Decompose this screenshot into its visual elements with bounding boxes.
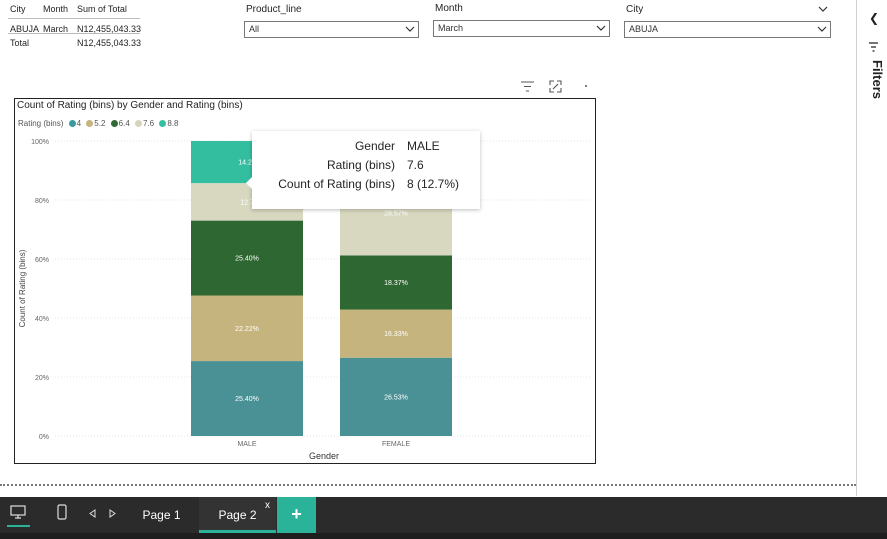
- tooltip-key: Rating (bins): [326, 158, 395, 172]
- col-header-month[interactable]: Month: [43, 4, 68, 14]
- x-tick-label: MALE: [237, 441, 256, 448]
- tooltip-value: 8 (12.7%): [407, 177, 460, 191]
- y-tick-label: 20%: [35, 375, 49, 382]
- data-label: 16.33%: [384, 331, 408, 338]
- tooltip-key: Gender: [354, 139, 395, 153]
- tooltip-key: Count of Rating (bins): [278, 177, 395, 191]
- active-view-indicator: [7, 525, 30, 527]
- x-axis-title: Gender: [309, 451, 339, 461]
- total-value: N12,455,043.33: [77, 38, 142, 48]
- col-header-city[interactable]: City: [10, 4, 26, 14]
- y-tick-label: 60%: [35, 257, 49, 264]
- tab-page-1[interactable]: Page 1: [128, 497, 195, 533]
- slicer-product-line-value: All: [249, 24, 260, 34]
- tooltip-value: 7.6: [407, 158, 424, 172]
- data-label: 22.22%: [235, 326, 259, 333]
- filter-lines-icon[interactable]: [521, 81, 534, 92]
- y-tick-label: 0%: [39, 434, 49, 441]
- data-label: 18.37%: [384, 280, 408, 287]
- slicer-month-dropdown[interactable]: March: [433, 20, 610, 37]
- report-canvas: City Month Sum of Total ABUJA March N12,…: [0, 0, 887, 539]
- total-label: Total: [10, 38, 30, 48]
- chevron-down-icon: [596, 25, 606, 31]
- next-page-icon[interactable]: [109, 509, 116, 518]
- slicer-month-value: March: [438, 23, 464, 33]
- desktop-view-icon[interactable]: [10, 505, 26, 519]
- chevron-down-icon: [405, 26, 415, 32]
- col-header-sum[interactable]: Sum of Total: [77, 4, 127, 14]
- y-axis-title: Count of Rating (bins): [18, 249, 27, 327]
- chart-tooltip: Gender MALE Rating (bins) 7.6 Count of Rat…: [246, 131, 480, 209]
- filters-pane: ❮ Filters: [856, 0, 887, 496]
- filters-pane-title[interactable]: Filters: [861, 60, 885, 99]
- y-tick-label: 40%: [35, 316, 49, 323]
- data-label: 25.40%: [235, 256, 259, 263]
- slicer-product-line-label: Product_line: [246, 4, 302, 15]
- collapse-pane-icon[interactable]: ❮: [869, 11, 879, 25]
- y-tick-label: 100%: [31, 139, 49, 146]
- table-header-divider: [8, 18, 140, 19]
- status-strip: [0, 533, 887, 539]
- filter-icon: [869, 42, 878, 52]
- data-label: 28.57%: [384, 211, 408, 218]
- more-options-icon[interactable]: [583, 84, 589, 88]
- y-tick-label: 80%: [35, 198, 49, 205]
- slicer-city-dropdown[interactable]: ABUJA: [624, 21, 831, 38]
- slicer-city-value: ABUJA: [629, 24, 659, 34]
- visual-header: [519, 80, 594, 94]
- chevron-down-icon: [817, 26, 827, 32]
- slicer-product-line-dropdown[interactable]: All: [244, 21, 419, 38]
- add-page-button[interactable]: +: [277, 497, 316, 533]
- tooltip-value: MALE: [407, 139, 440, 153]
- previous-page-icon[interactable]: [89, 509, 96, 518]
- data-label: 26.53%: [384, 394, 408, 401]
- data-label: 25.40%: [235, 396, 259, 403]
- focus-mode-icon[interactable]: [549, 80, 562, 93]
- slicer-city-label: City: [626, 4, 644, 15]
- close-tab-icon[interactable]: x: [265, 500, 270, 511]
- canvas-boundary: [0, 484, 856, 486]
- chevron-down-icon[interactable]: [818, 4, 828, 14]
- mobile-view-icon[interactable]: [57, 504, 67, 520]
- x-tick-label: FEMALE: [382, 441, 410, 448]
- table-total-divider: [8, 33, 140, 34]
- slicer-month-label: Month: [435, 3, 463, 14]
